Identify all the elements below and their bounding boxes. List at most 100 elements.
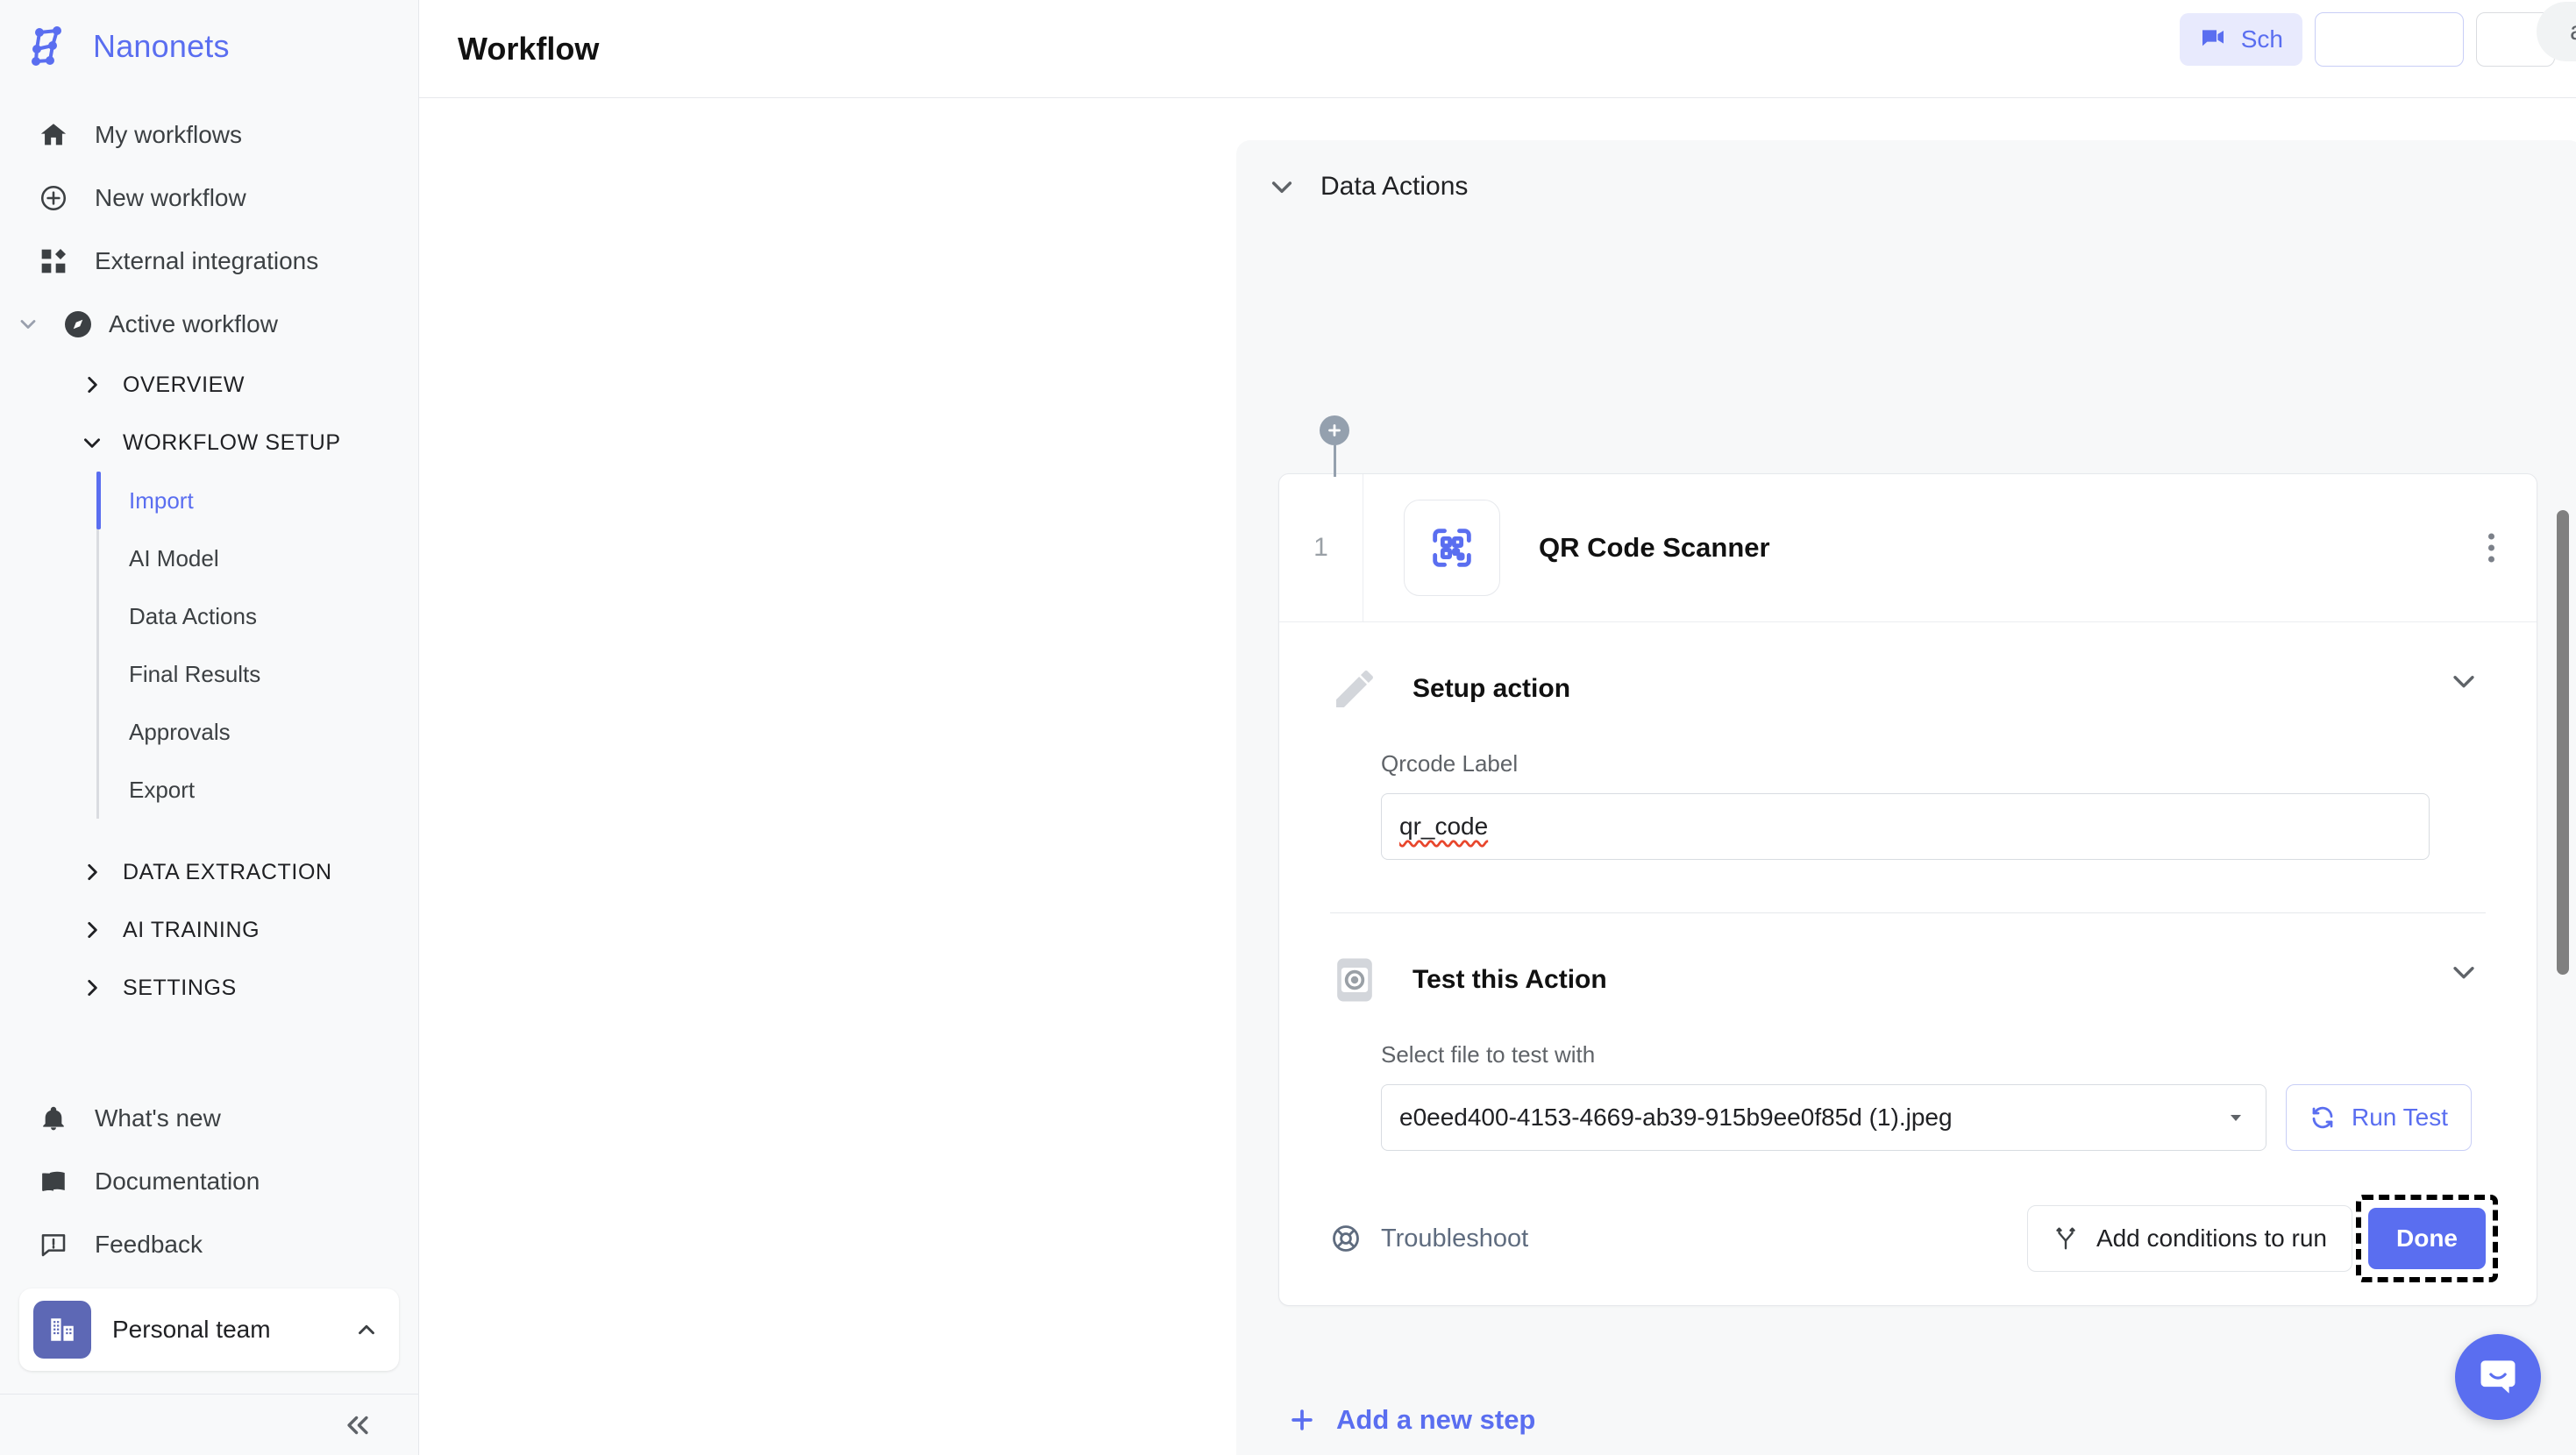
plus-icon — [1287, 1405, 1317, 1435]
book-icon — [35, 1163, 72, 1200]
sidebar-group-label: SETTINGS — [123, 975, 237, 1000]
feedback-chat-icon — [35, 1226, 72, 1263]
step-body: Setup action Qrcode Label qr_code Test t… — [1279, 621, 2537, 1305]
chevron-down-icon[interactable] — [2449, 957, 2479, 987]
sidebar-group-label: AI TRAINING — [123, 917, 260, 942]
sidebar-subitem-label: Import — [129, 486, 194, 514]
sidebar-collapse-bar — [0, 1394, 418, 1455]
sidebar-secondary-nav: What's new Documentation Feedback Person… — [0, 1087, 418, 1394]
step-card-qr-code-scanner: 1 QR Code Scanner Setup action Qrcode La… — [1278, 473, 2537, 1306]
test-file-row: e0eed400-4153-4669-ab39-915b9ee0f85d (1)… — [1279, 1084, 2537, 1151]
add-action-node-button[interactable] — [1320, 415, 1349, 445]
pencil-edit-icon — [1328, 663, 1381, 715]
qrcode-label-value: qr_code — [1399, 813, 1489, 840]
troubleshoot-label: Troubleshoot — [1381, 1224, 1529, 1253]
secondary-action-button[interactable] — [2315, 12, 2464, 67]
chevron-up-icon[interactable] — [353, 1317, 380, 1343]
troubleshoot-button[interactable]: Troubleshoot — [1330, 1223, 1528, 1254]
sidebar-item-external-integrations[interactable]: External integrations — [0, 230, 418, 293]
qrcode-label-input[interactable]: qr_code — [1381, 793, 2430, 860]
chevron-down-icon — [77, 428, 107, 458]
sidebar-item-final-results[interactable]: Final Results — [99, 645, 418, 703]
sidebar-group-overview[interactable]: OVERVIEW — [0, 356, 418, 414]
sidebar-group-settings[interactable]: SETTINGS — [0, 959, 418, 1017]
bell-icon — [35, 1100, 72, 1137]
sidebar-item-label: New workflow — [95, 184, 246, 211]
chevron-down-icon[interactable] — [1268, 173, 1296, 201]
chevron-right-icon — [77, 915, 107, 945]
setup-action-title: Setup action — [1413, 674, 1571, 703]
sidebar-item-export[interactable]: Export — [99, 761, 418, 819]
qrcode-label-field: Qrcode Label qr_code — [1279, 715, 2537, 860]
double-chevron-left-icon[interactable] — [343, 1410, 373, 1440]
chevron-right-icon — [77, 973, 107, 1003]
done-button-wrapper: Done — [2356, 1195, 2498, 1282]
test-action-header[interactable]: Test this Action — [1279, 913, 2537, 1006]
test-file-selected-value: e0eed400-4153-4669-ab39-915b9ee0f85d (1)… — [1399, 1104, 1953, 1131]
run-test-button[interactable]: Run Test — [2286, 1084, 2472, 1151]
sidebar-item-documentation[interactable]: Documentation — [0, 1150, 418, 1213]
sidebar-item-new-workflow[interactable]: New workflow — [0, 167, 418, 230]
add-conditions-button[interactable]: Add conditions to run — [2026, 1205, 2352, 1272]
setup-action-header[interactable]: Setup action — [1279, 622, 2537, 715]
topbar-actions: Sch — [2179, 12, 2555, 67]
done-button[interactable]: Done — [2368, 1208, 2486, 1269]
test-file-select[interactable]: e0eed400-4153-4669-ab39-915b9ee0f85d (1)… — [1381, 1084, 2266, 1151]
test-action-title: Test this Action — [1413, 965, 1607, 994]
kebab-menu-icon[interactable] — [2480, 525, 2503, 571]
add-conditions-label: Add conditions to run — [2096, 1224, 2327, 1252]
step-number: 1 — [1279, 474, 1363, 621]
chevron-right-icon — [77, 370, 107, 400]
chevron-down-icon[interactable] — [2449, 666, 2479, 696]
building-icon — [33, 1301, 91, 1359]
sidebar-primary-nav: My workflows New workflow External integ… — [0, 89, 418, 1017]
home-icon — [35, 117, 72, 153]
sidebar-item-whats-new[interactable]: What's new — [0, 1087, 418, 1150]
caret-down-icon — [2225, 1107, 2246, 1128]
step-header[interactable]: 1 QR Code Scanner — [1279, 474, 2537, 621]
sidebar-item-active-workflow[interactable]: Active workflow — [0, 293, 418, 356]
panel-title: Data Actions — [1320, 172, 1469, 201]
add-new-step-label: Add a new step — [1336, 1404, 1536, 1435]
branch-icon — [2053, 1225, 2079, 1252]
schedule-demo-button[interactable]: Sch — [2179, 13, 2302, 66]
sidebar-group-ai-training[interactable]: AI TRAINING — [0, 901, 418, 959]
setup-action-section: Setup action Qrcode Label qr_code — [1279, 622, 2537, 860]
test-file-field: Select file to test with — [1279, 1006, 2537, 1068]
run-test-label: Run Test — [2352, 1104, 2448, 1131]
sidebar-subnav-workflow-setup: Import AI Model Data Actions Final Resul… — [96, 472, 418, 819]
scrollbar-thumb[interactable] — [2557, 510, 2569, 975]
sidebar-group-data-extraction[interactable]: DATA EXTRACTION — [0, 843, 418, 901]
eye-preview-icon — [1328, 954, 1381, 1006]
sidebar-item-feedback[interactable]: Feedback — [0, 1213, 418, 1276]
top-bar: Workflow Sch aryanagrawal@nanonets.com — [419, 0, 2576, 98]
sidebar-item-label: Active workflow — [109, 310, 278, 337]
application-root: Nanonets My workflows New workflow Exter — [0, 0, 2576, 1455]
sidebar-item-label: What's new — [95, 1104, 221, 1132]
intercom-chat-button[interactable] — [2455, 1334, 2541, 1420]
account-email-text: aryanagrawal@nanonets.com — [2570, 17, 2576, 46]
add-new-step-button[interactable]: Add a new step — [1287, 1404, 1535, 1436]
sidebar-item-my-workflows[interactable]: My workflows — [0, 103, 418, 167]
nanonets-logo-icon — [30, 25, 74, 68]
sidebar-item-approvals[interactable]: Approvals — [99, 703, 418, 761]
sidebar-group-label: OVERVIEW — [123, 372, 246, 397]
video-chat-icon — [2199, 25, 2227, 53]
brand-logo-area[interactable]: Nanonets — [0, 0, 418, 89]
sidebar-item-ai-model[interactable]: AI Model — [99, 529, 418, 587]
intercom-chat-icon — [2475, 1354, 2521, 1400]
data-actions-panel-header[interactable]: Data Actions — [1236, 140, 2576, 202]
node-connector-line — [1334, 445, 1336, 477]
sidebar-group-workflow-setup[interactable]: WORKFLOW SETUP — [0, 414, 418, 472]
compass-icon — [60, 306, 96, 343]
schedule-button-label: Sch — [2240, 25, 2283, 53]
sidebar-item-import[interactable]: Import — [96, 472, 418, 529]
sidebar-item-data-actions[interactable]: Data Actions — [99, 587, 418, 645]
workflow-canvas: Data Actions 1 QR Code Scanner Setup act… — [419, 98, 2576, 1455]
vertical-scrollbar[interactable] — [2557, 196, 2569, 1455]
footer-actions: Add conditions to run Done — [2026, 1195, 2498, 1282]
lifebuoy-icon — [1330, 1223, 1362, 1254]
team-switcher[interactable]: Personal team — [19, 1288, 399, 1371]
sidebar-subitem-label: Approvals — [129, 718, 231, 745]
refresh-icon — [2309, 1104, 2336, 1131]
